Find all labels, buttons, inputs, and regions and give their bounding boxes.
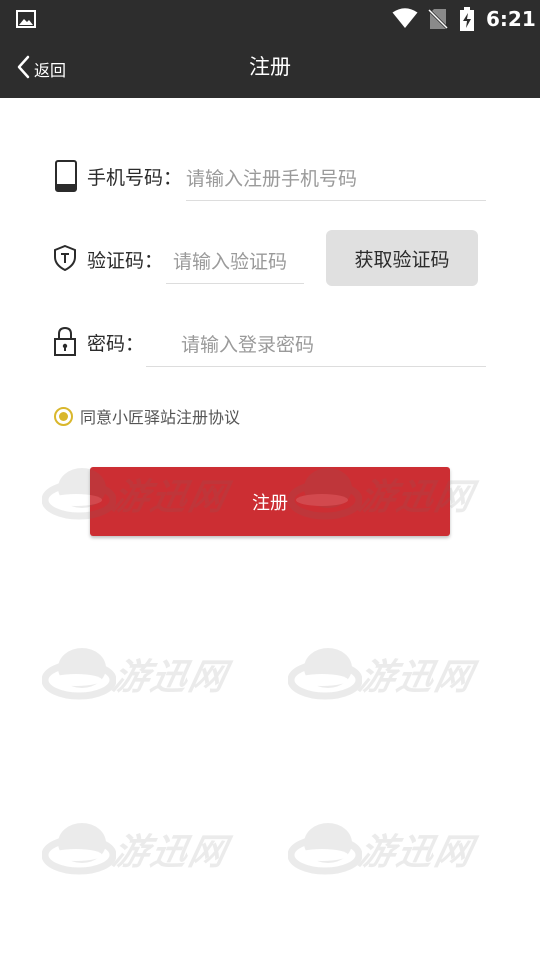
- radio-dot: [59, 411, 68, 421]
- watermark-logo-icon: [41, 648, 117, 700]
- phone-icon: [54, 160, 78, 196]
- clock: 6:21: [486, 7, 536, 31]
- get-code-button[interactable]: 获取验证码: [326, 230, 478, 286]
- watermark-logo-icon: [287, 823, 363, 875]
- watermark-logo-icon: [287, 648, 363, 700]
- watermark: 游迅网: [41, 815, 262, 905]
- watermark-text: 游迅网: [354, 657, 478, 698]
- register-button[interactable]: 注册: [90, 467, 450, 536]
- agreement-radio[interactable]: [54, 406, 73, 426]
- password-input[interactable]: [146, 329, 486, 367]
- watermark-text: 游迅网: [354, 832, 478, 873]
- back-label: 返回: [34, 61, 67, 80]
- back-button[interactable]: 返回: [16, 54, 66, 84]
- phone-label: 手机号码：: [87, 167, 183, 189]
- agreement-label: 同意小匠驿站注册协议: [80, 408, 241, 427]
- battery-charging-icon: [459, 7, 475, 35]
- password-label: 密码：: [87, 333, 145, 355]
- chevron-left-icon: [16, 55, 30, 83]
- no-sim-icon: [427, 8, 449, 34]
- image-icon: [16, 10, 36, 32]
- code-label: 验证码：: [87, 250, 164, 272]
- agreement-toggle[interactable]: 同意小匠驿站注册协议: [54, 404, 240, 428]
- code-input[interactable]: [166, 246, 304, 284]
- page-title: 注册: [249, 55, 291, 79]
- status-bar: 6:21: [0, 0, 540, 40]
- shield-icon: [53, 244, 77, 275]
- wifi-icon: [392, 7, 418, 33]
- nav-bar: 注册 返回: [0, 40, 540, 98]
- watermark: 游迅网: [41, 640, 262, 730]
- watermark: 游迅网: [287, 640, 508, 730]
- lock-icon: [54, 326, 76, 360]
- phone-input[interactable]: [186, 163, 486, 201]
- watermark-logo-icon: [41, 823, 117, 875]
- watermark-text: 游迅网: [108, 832, 232, 873]
- watermark: 游迅网: [287, 815, 508, 905]
- watermark-text: 游迅网: [108, 657, 232, 698]
